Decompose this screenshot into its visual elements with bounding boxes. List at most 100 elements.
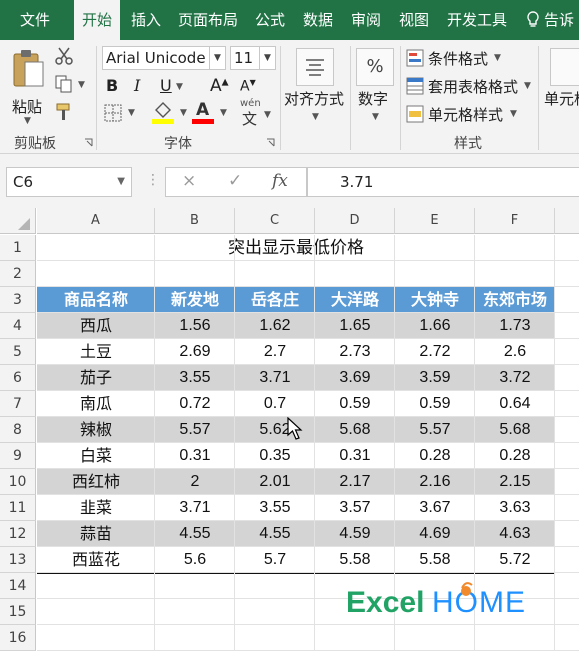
column-header-f[interactable]: F (475, 208, 555, 234)
row-header-5[interactable]: 5 (0, 339, 36, 365)
price-cell[interactable]: 2.72 (395, 339, 475, 364)
product-name-cell[interactable]: 西蓝花 (37, 547, 155, 572)
price-cell[interactable]: 1.56 (155, 313, 235, 338)
price-cell[interactable]: 3.72 (475, 365, 555, 390)
price-cell[interactable]: 5.57 (395, 417, 475, 442)
italic-button[interactable]: I (134, 76, 140, 95)
borders-button[interactable]: ▼ (104, 104, 146, 126)
format-painter-button[interactable] (54, 102, 80, 126)
table-header-cell[interactable]: 岳各庄 (235, 287, 315, 312)
product-name-cell[interactable]: 西红柿 (37, 469, 155, 494)
clipboard-launcher-icon[interactable] (84, 138, 93, 147)
cells-button[interactable]: 单元格 (542, 46, 579, 130)
price-cell[interactable]: 0.59 (315, 391, 395, 416)
cut-button[interactable] (54, 46, 80, 70)
price-cell[interactable]: 2.17 (315, 469, 395, 494)
column-header-d[interactable]: D (315, 208, 395, 234)
price-cell[interactable]: 0.7 (235, 391, 315, 416)
price-cell[interactable]: 2.16 (395, 469, 475, 494)
table-header-cell[interactable]: 新发地 (155, 287, 235, 312)
price-cell[interactable]: 3.71 (155, 495, 235, 520)
price-cell[interactable]: 5.68 (475, 417, 555, 442)
price-cell[interactable]: 5.58 (315, 547, 395, 572)
select-all-corner[interactable] (0, 208, 36, 234)
row-header-14[interactable]: 14 (0, 573, 36, 599)
paste-button[interactable]: 粘贴 ▼ (8, 46, 48, 126)
price-cell[interactable]: 2.6 (475, 339, 555, 364)
insert-function-button[interactable]: fx (272, 171, 288, 191)
column-header-c[interactable]: C (235, 208, 315, 234)
number-button[interactable]: % 数字 ▼ (354, 46, 398, 130)
price-cell[interactable]: 0.28 (475, 443, 555, 468)
font-name-box[interactable]: Arial Unicode M ▼ (102, 46, 226, 70)
product-name-cell[interactable]: 西瓜 (37, 313, 155, 338)
price-cell[interactable]: 3.59 (395, 365, 475, 390)
product-name-cell[interactable]: 土豆 (37, 339, 155, 364)
table-header-cell[interactable]: 东郊市场 (475, 287, 555, 312)
price-cell[interactable]: 4.55 (235, 521, 315, 546)
conditional-format-button[interactable]: 条件格式 ▼ (406, 46, 534, 70)
bold-button[interactable]: B (106, 76, 118, 95)
format-as-table-button[interactable]: 套用表格格式 ▼ (406, 74, 534, 98)
price-cell[interactable]: 5.68 (315, 417, 395, 442)
font-launcher-icon[interactable] (266, 138, 275, 147)
underline-button[interactable]: U (160, 76, 172, 95)
formula-input[interactable]: 3.71 (307, 167, 579, 197)
price-cell[interactable]: 5.7 (235, 547, 315, 572)
copy-button[interactable]: ▼ (54, 74, 90, 98)
product-name-cell[interactable]: 南瓜 (37, 391, 155, 416)
table-header-cell[interactable]: 大钟寺 (395, 287, 475, 312)
price-cell[interactable]: 4.59 (315, 521, 395, 546)
row-header-15[interactable]: 15 (0, 599, 36, 625)
price-cell[interactable]: 5.6 (155, 547, 235, 572)
price-cell[interactable]: 3.69 (315, 365, 395, 390)
price-cell[interactable]: 5.72 (475, 547, 555, 572)
cell-styles-button[interactable]: 单元格样式 ▼ (406, 102, 534, 126)
price-cell[interactable]: 5.58 (395, 547, 475, 572)
row-header-4[interactable]: 4 (0, 313, 36, 339)
price-cell[interactable]: 1.73 (475, 313, 555, 338)
price-cell[interactable]: 5.57 (155, 417, 235, 442)
price-cell[interactable]: 2.15 (475, 469, 555, 494)
row-header-3[interactable]: 3 (0, 287, 36, 313)
tab-file[interactable]: 文件 (0, 0, 70, 40)
table-header-cell[interactable]: 大洋路 (315, 287, 395, 312)
grow-font-button[interactable]: A▲ (210, 76, 229, 96)
price-cell[interactable]: 1.62 (235, 313, 315, 338)
product-name-cell[interactable]: 辣椒 (37, 417, 155, 442)
font-color-button[interactable]: A ▼ (192, 100, 230, 126)
row-header-1[interactable]: 1 (0, 235, 36, 261)
tab-developer[interactable]: 开发工具 (440, 0, 514, 40)
fill-color-button[interactable]: ▼ (152, 100, 190, 126)
price-cell[interactable]: 3.55 (155, 365, 235, 390)
product-name-cell[interactable]: 韭菜 (37, 495, 155, 520)
table-header-cell[interactable]: 商品名称 (37, 287, 155, 312)
price-cell[interactable]: 4.69 (395, 521, 475, 546)
price-cell[interactable]: 4.55 (155, 521, 235, 546)
price-cell[interactable]: 3.67 (395, 495, 475, 520)
font-size-box[interactable]: 11 ▼ (230, 46, 276, 70)
price-cell[interactable]: 4.63 (475, 521, 555, 546)
product-name-cell[interactable]: 茄子 (37, 365, 155, 390)
tab-data[interactable]: 数据 (296, 0, 340, 40)
phonetic-button[interactable]: wén 文 ▼ (238, 98, 274, 128)
price-cell[interactable]: 0.31 (315, 443, 395, 468)
price-cell[interactable]: 2.01 (235, 469, 315, 494)
price-cell[interactable]: 0.35 (235, 443, 315, 468)
price-cell[interactable]: 2.7 (235, 339, 315, 364)
column-header-e[interactable]: E (395, 208, 475, 234)
product-name-cell[interactable]: 蒜苗 (37, 521, 155, 546)
tab-insert[interactable]: 插入 (124, 0, 168, 40)
confirm-entry-button[interactable]: ✓ (228, 171, 242, 191)
sheet-title[interactable]: 突出显示最低价格 (37, 235, 555, 261)
price-cell[interactable]: 3.55 (235, 495, 315, 520)
column-header-a[interactable]: A (37, 208, 155, 234)
row-header-10[interactable]: 10 (0, 469, 36, 495)
price-cell[interactable]: 0.31 (155, 443, 235, 468)
price-cell[interactable]: 2 (155, 469, 235, 494)
shrink-font-button[interactable]: A▼ (240, 78, 256, 95)
tab-formulas[interactable]: 公式 (248, 0, 292, 40)
underline-dropdown-icon[interactable]: ▼ (176, 82, 183, 92)
row-header-2[interactable]: 2 (0, 261, 36, 287)
name-box[interactable]: C6 ▼ (6, 167, 132, 197)
